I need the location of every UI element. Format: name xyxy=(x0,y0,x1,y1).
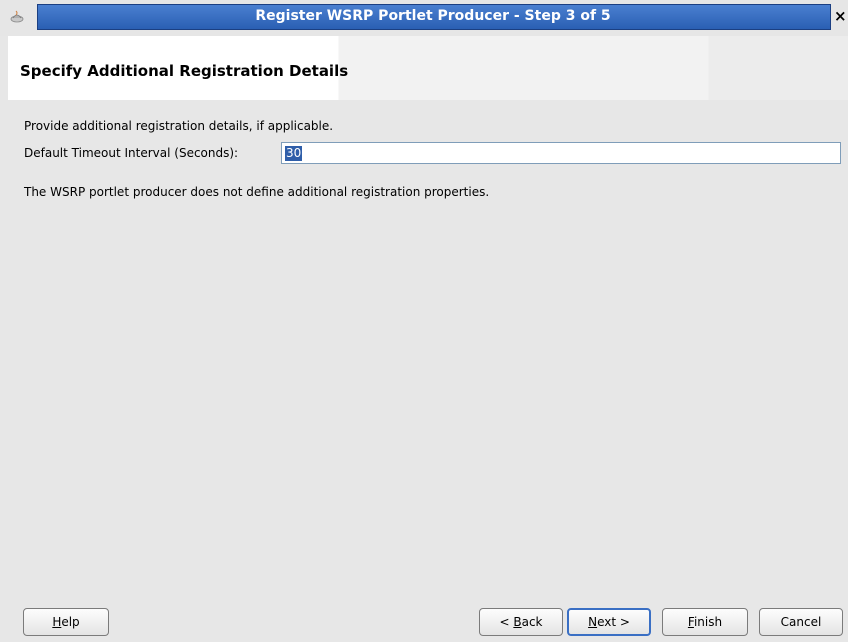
page-header: Specify Additional Registration Details xyxy=(8,36,848,100)
timeout-value: 30 xyxy=(285,146,303,161)
next-button[interactable]: Next > xyxy=(567,608,651,636)
next-label: ext > xyxy=(597,615,630,629)
java-cup-icon xyxy=(10,10,24,23)
back-button[interactable]: < Back xyxy=(479,608,563,636)
registration-note: The WSRP portlet producer does not defin… xyxy=(24,185,490,199)
back-label: ack xyxy=(521,615,543,629)
back-prefix: < xyxy=(499,615,514,629)
back-mnemonic: B xyxy=(513,615,522,629)
content-panel: Provide additional registration details,… xyxy=(8,101,848,599)
finish-label: inish xyxy=(693,615,723,629)
dialog-window: Register WSRP Portlet Producer - Step 3 … xyxy=(0,0,848,642)
cancel-button[interactable]: Cancel xyxy=(759,608,843,636)
page-title: Specify Additional Registration Details xyxy=(20,62,349,80)
intro-text: Provide additional registration details,… xyxy=(24,119,334,133)
next-mnemonic: N xyxy=(588,615,598,629)
window-title: Register WSRP Portlet Producer - Step 3 … xyxy=(255,8,611,24)
help-button[interactable]: Help xyxy=(23,608,109,636)
timeout-field[interactable]: 30 xyxy=(281,142,841,164)
help-label: elp xyxy=(61,615,80,629)
help-mnemonic: H xyxy=(52,615,62,629)
title-bar[interactable]: Register WSRP Portlet Producer - Step 3 … xyxy=(0,0,848,36)
finish-button[interactable]: Finish xyxy=(662,608,748,636)
close-icon[interactable]: × xyxy=(834,4,848,28)
timeout-label: Default Timeout Interval (Seconds): xyxy=(24,146,239,160)
